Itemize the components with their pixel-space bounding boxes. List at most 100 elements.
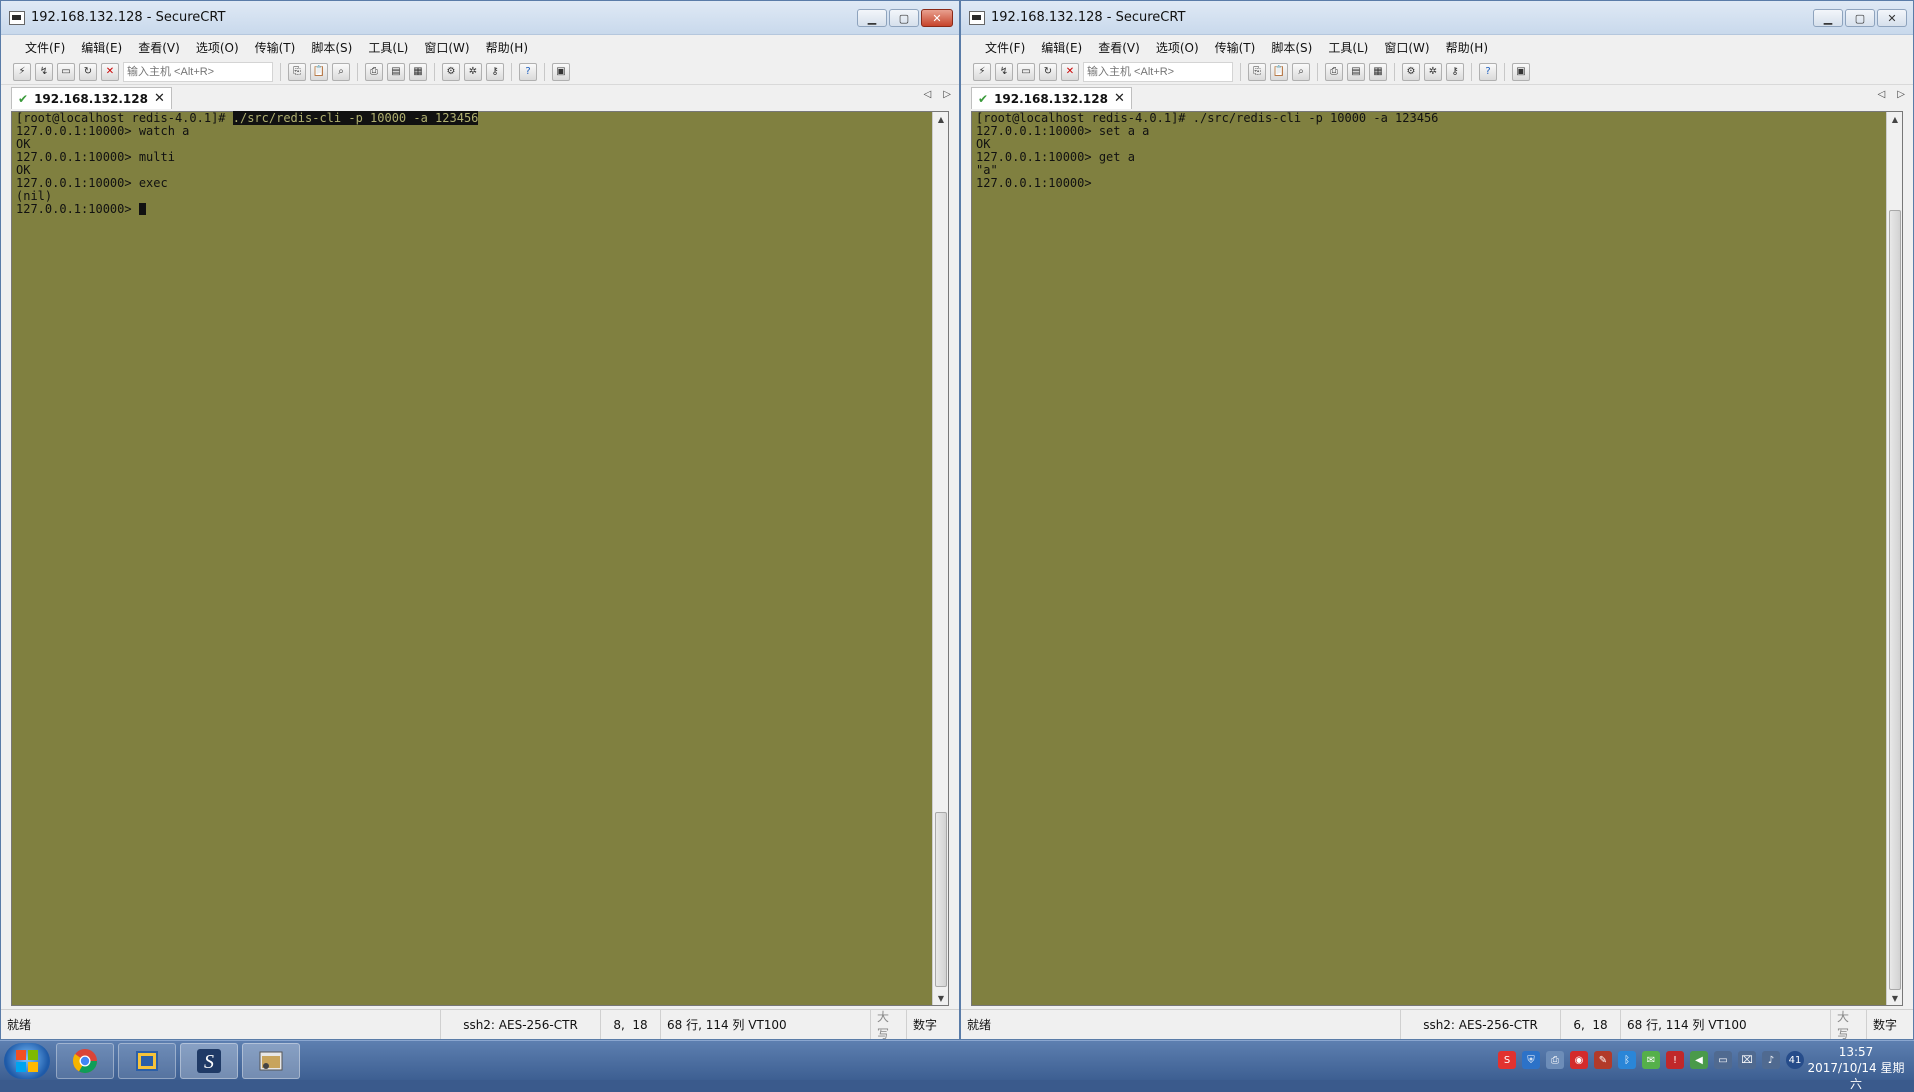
sogou-input-icon[interactable]: S <box>1498 1051 1516 1069</box>
menu-edit[interactable]: 编辑(E) <box>1033 37 1090 58</box>
status-caps-lock: 大写 <box>871 1010 907 1041</box>
scroll-up-icon[interactable]: ▲ <box>933 112 949 126</box>
reconnect-icon[interactable]: ↻ <box>1039 62 1057 81</box>
scroll-up-icon[interactable]: ▲ <box>1887 112 1903 126</box>
sound-icon[interactable]: ◀ <box>1690 1051 1708 1069</box>
print-selection-icon[interactable]: ▤ <box>1347 62 1365 81</box>
network-icon[interactable]: ⌧ <box>1738 1051 1756 1069</box>
scroll-down-icon[interactable]: ▼ <box>1887 991 1903 1005</box>
minimize-button[interactable]: ▁ <box>1813 9 1843 27</box>
minimize-button[interactable]: ▁ <box>857 9 887 27</box>
bluetooth-icon[interactable]: ᛒ <box>1618 1051 1636 1069</box>
session-options-icon[interactable]: ⚙ <box>442 62 460 81</box>
taskbar-app-securecrt[interactable]: S <box>180 1043 238 1079</box>
security-shield-icon[interactable]: ⛨ <box>1522 1051 1540 1069</box>
print-icon[interactable]: ⎙ <box>365 62 383 81</box>
menu-window[interactable]: 窗口(W) <box>416 37 477 58</box>
terminal-prompt: 127.0.0.1:10000> <box>16 202 139 216</box>
menu-tools[interactable]: 工具(L) <box>1320 37 1376 58</box>
menu-file[interactable]: 文件(F) <box>17 37 73 58</box>
session-tab[interactable]: ✔ 192.168.132.128 ✕ <box>11 87 172 109</box>
global-options-icon[interactable]: ✲ <box>1424 62 1442 81</box>
menu-transfer[interactable]: 传输(T) <box>1207 37 1264 58</box>
menu-view[interactable]: 查看(V) <box>1090 37 1148 58</box>
connect-icon[interactable]: ⚡ <box>973 62 991 81</box>
menu-window[interactable]: 窗口(W) <box>1376 37 1437 58</box>
print-icon[interactable]: ⎙ <box>1325 62 1343 81</box>
taskbar-app-virtualbox[interactable] <box>118 1043 176 1079</box>
title-bar[interactable]: 192.168.132.128 - SecureCRT ▁ ▢ ✕ <box>1 1 959 35</box>
menu-file[interactable]: 文件(F) <box>977 37 1033 58</box>
disconnect-icon[interactable]: ✕ <box>1061 62 1079 81</box>
tab-scroll-right-icon[interactable]: ▷ <box>1897 89 1905 100</box>
taskbar-app-explorer[interactable] <box>242 1043 300 1079</box>
connect-tab-icon[interactable]: ▭ <box>57 62 75 81</box>
find-icon[interactable]: ⌕ <box>1292 62 1310 81</box>
global-options-icon[interactable]: ✲ <box>464 62 482 81</box>
help-icon[interactable]: ? <box>519 62 537 81</box>
print-selection-icon[interactable]: ▤ <box>387 62 405 81</box>
menu-help[interactable]: 帮助(H) <box>478 37 536 58</box>
sftp-icon[interactable]: ▣ <box>1512 62 1530 81</box>
key-icon[interactable]: ⚷ <box>486 62 504 81</box>
close-button[interactable]: ✕ <box>921 9 953 27</box>
sftp-icon[interactable]: ▣ <box>552 62 570 81</box>
pen-tool-icon[interactable]: ✎ <box>1594 1051 1612 1069</box>
session-tab[interactable]: ✔ 192.168.132.128 ✕ <box>971 87 1132 109</box>
paste-icon[interactable]: 📋 <box>1270 62 1288 81</box>
close-tab-icon[interactable]: ✕ <box>154 91 165 106</box>
find-icon[interactable]: ⌕ <box>332 62 350 81</box>
close-tab-icon[interactable]: ✕ <box>1114 91 1125 106</box>
tray-badge-icon[interactable]: 41 <box>1786 1051 1804 1069</box>
print-setup-icon[interactable]: ▦ <box>1369 62 1387 81</box>
quick-connect-icon[interactable]: ↯ <box>995 62 1013 81</box>
tab-scroll-right-icon[interactable]: ▷ <box>943 89 951 100</box>
reconnect-icon[interactable]: ↻ <box>79 62 97 81</box>
menu-options[interactable]: 选项(O) <box>188 37 247 58</box>
scroll-down-icon[interactable]: ▼ <box>933 991 949 1005</box>
help-icon[interactable]: ? <box>1479 62 1497 81</box>
tab-scroll-left-icon[interactable]: ◁ <box>1878 89 1886 100</box>
clock[interactable]: 13:57 2017/10/14 星期六 <box>1806 1044 1906 1092</box>
menu-edit[interactable]: 编辑(E) <box>73 37 130 58</box>
volume-icon[interactable]: ♪ <box>1762 1051 1780 1069</box>
menu-script[interactable]: 脚本(S) <box>303 37 360 58</box>
scrollbar-thumb[interactable] <box>1889 210 1901 990</box>
disconnect-icon[interactable]: ✕ <box>101 62 119 81</box>
title-bar[interactable]: 192.168.132.128 - SecureCRT ▁ ▢ ✕ <box>961 1 1913 35</box>
session-options-icon[interactable]: ⚙ <box>1402 62 1420 81</box>
terminal-area[interactable]: [root@localhost redis-4.0.1]# ./src/redi… <box>11 111 949 1006</box>
display-icon[interactable]: ▭ <box>1714 1051 1732 1069</box>
print-setup-icon[interactable]: ▦ <box>409 62 427 81</box>
menu-tools[interactable]: 工具(L) <box>360 37 416 58</box>
terminal-line: OK <box>16 163 31 177</box>
connect-icon[interactable]: ⚡ <box>13 62 31 81</box>
copy-icon[interactable]: ⎘ <box>1248 62 1266 81</box>
menu-help[interactable]: 帮助(H) <box>1438 37 1496 58</box>
menu-transfer[interactable]: 传输(T) <box>247 37 304 58</box>
notification-icon[interactable]: ! <box>1666 1051 1684 1069</box>
wechat-icon[interactable]: ✉ <box>1642 1051 1660 1069</box>
key-icon[interactable]: ⚷ <box>1446 62 1464 81</box>
printer-icon[interactable]: ⎙ <box>1546 1051 1564 1069</box>
quick-connect-icon[interactable]: ↯ <box>35 62 53 81</box>
scrollbar-thumb[interactable] <box>935 812 947 987</box>
host-input[interactable] <box>123 61 273 82</box>
paste-icon[interactable]: 📋 <box>310 62 328 81</box>
host-input[interactable] <box>1083 61 1233 82</box>
copy-icon[interactable]: ⎘ <box>288 62 306 81</box>
menu-script[interactable]: 脚本(S) <box>1263 37 1320 58</box>
tab-scroll-left-icon[interactable]: ◁ <box>924 89 932 100</box>
terminal-scrollbar[interactable]: ▲ ▼ <box>1886 112 1902 1005</box>
menu-view[interactable]: 查看(V) <box>130 37 188 58</box>
menu-options[interactable]: 选项(O) <box>1148 37 1207 58</box>
terminal-scrollbar[interactable]: ▲ ▼ <box>932 112 948 1005</box>
maximize-button[interactable]: ▢ <box>889 9 919 27</box>
close-button[interactable]: ✕ <box>1877 9 1907 27</box>
antivirus-icon[interactable]: ◉ <box>1570 1051 1588 1069</box>
taskbar-app-chrome[interactable] <box>56 1043 114 1079</box>
connect-tab-icon[interactable]: ▭ <box>1017 62 1035 81</box>
maximize-button[interactable]: ▢ <box>1845 9 1875 27</box>
terminal-area[interactable]: [root@localhost redis-4.0.1]# ./src/redi… <box>971 111 1903 1006</box>
start-button[interactable] <box>4 1043 50 1079</box>
